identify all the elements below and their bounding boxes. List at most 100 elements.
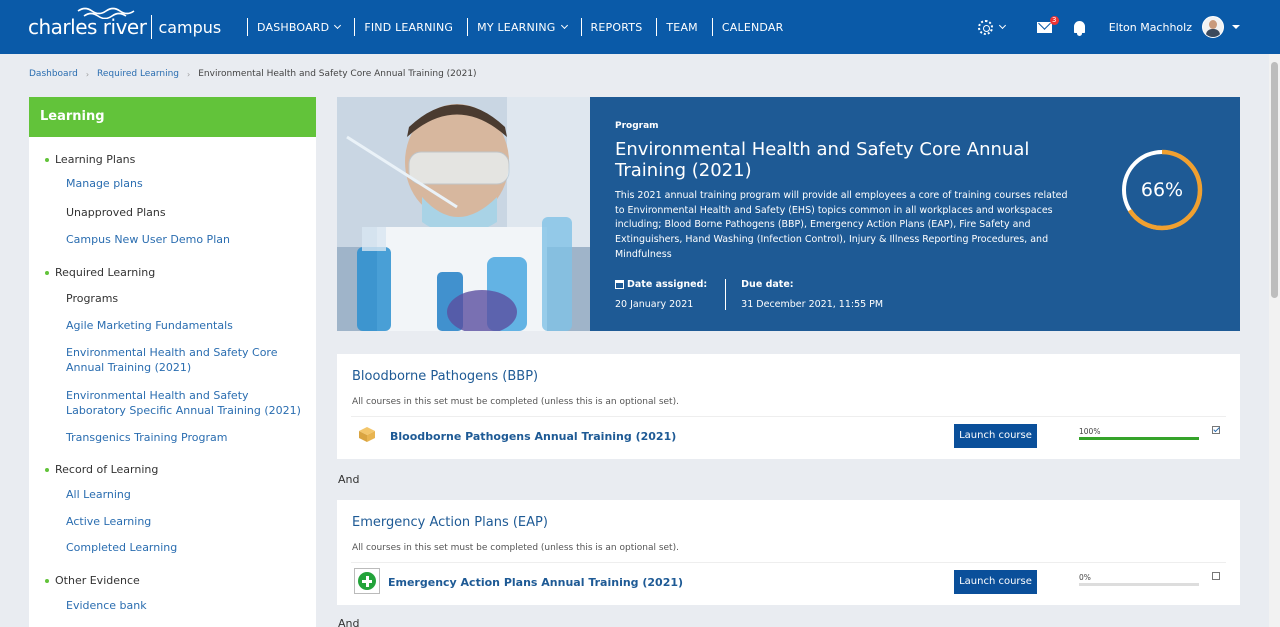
program-description: This 2021 annual training program will p… [615,190,1068,260]
avatar[interactable] [1202,16,1224,38]
sidebar-item-completed-learning[interactable]: Completed Learning [66,540,301,555]
program-type-label: Program [615,121,659,131]
messages-button[interactable]: 3 [1036,15,1059,33]
sidebar-section-label: Other Evidence [55,574,140,587]
logo-product: campus [158,17,222,37]
course-set-title: Bloodborne Pathogens (BBP) [352,369,539,384]
nav-find-learning[interactable]: FIND LEARNING [354,18,463,36]
program-info: Program Environmental Health and Safety … [615,121,1085,263]
bullet-icon [45,270,49,275]
breadcrumb-dashboard[interactable]: Dashboard [29,69,78,79]
sidebar-item-transgenics[interactable]: Transgenics Training Program [66,430,301,445]
course-row: Bloodborne Pathogens Annual Training (20… [351,416,1226,458]
course-set-card-eap: Emergency Action Plans (EAP) All courses… [337,500,1240,605]
due-date-value: 31 December 2021, 11:55 PM [741,299,884,310]
sidebar-section-other-evidence: Other Evidence [45,574,140,587]
course-progress: 100% [1079,427,1199,440]
set-connector: And [338,473,360,486]
sidebar-item-all-learning[interactable]: All Learning [66,487,301,502]
learning-sidebar: Learning Learning Plans Manage plans Una… [29,97,316,627]
nav-my-learning[interactable]: MY LEARNING [467,18,576,36]
package-icon [359,427,375,442]
chevron-down-icon [998,21,1006,30]
sidebar-item-agile-marketing[interactable]: Agile Marketing Fundamentals [66,318,301,333]
chevron-down-icon [560,21,568,30]
sidebar-section-learning-plans: Learning Plans [45,153,135,166]
plus-bar [366,576,369,587]
set-connector: And [338,617,360,627]
nav-find-learning-label: FIND LEARNING [364,20,454,34]
settings-menu[interactable] [977,19,1006,35]
course-progress-fill [1079,437,1199,440]
date-assigned-label: Date assigned: [615,279,707,290]
course-link-eap[interactable]: Emergency Action Plans Annual Training (… [388,576,683,589]
course-set-subtitle: All courses in this set must be complete… [352,397,679,407]
nav-team[interactable]: TEAM [656,18,708,36]
sidebar-item-evidence-bank[interactable]: Evidence bank [66,598,301,613]
course-progress-label: 0% [1079,573,1091,582]
nav-dashboard-label: DASHBOARD [257,20,330,34]
nav-calendar-label: CALENDAR [721,20,784,34]
logo[interactable]: charles river campus [28,7,222,45]
top-navbar: charles river campus DASHBOARD FIND LEAR… [0,0,1280,54]
caret-down-icon[interactable] [1232,25,1240,29]
completion-checkbox[interactable] [1212,572,1220,580]
nav-reports[interactable]: REPORTS [580,18,653,36]
program-progress-text: 66% [1140,179,1184,201]
breadcrumb: Dashboard › Required Learning › Environm… [29,69,477,79]
chevron-down-icon [334,21,342,30]
sidebar-item-ehs-lab[interactable]: Environmental Health and Safety Laborato… [66,388,301,418]
bullet-icon [45,467,49,472]
sidebar-section-label: Record of Learning [55,463,159,476]
sidebar-section-required-learning: Required Learning [45,266,155,279]
lab-scientist-image [337,97,590,331]
date-assigned: Date assigned: 20 January 2021 [615,279,707,310]
course-link-bbp[interactable]: Bloodborne Pathogens Annual Training (20… [390,430,676,443]
course-set-subtitle: All courses in this set must be complete… [352,543,679,553]
sidebar-item-unapproved-plans[interactable]: Unapproved Plans [66,205,301,220]
course-progress: 0% [1079,573,1199,586]
bullet-icon [45,157,49,162]
completion-checkbox[interactable] [1212,426,1220,434]
breadcrumb-required-learning[interactable]: Required Learning [97,69,179,79]
course-set-card-bbp: Bloodborne Pathogens (BBP) All courses i… [337,354,1240,459]
scrollbar-thumb[interactable] [1271,62,1278,298]
notifications-bell-icon[interactable] [1073,21,1085,36]
nav-dashboard[interactable]: DASHBOARD [247,18,350,36]
sidebar-item-active-learning[interactable]: Active Learning [66,514,301,529]
program-dates: Date assigned: 20 January 2021 Due date:… [615,279,883,310]
sidebar-title: Learning [29,97,316,137]
sidebar-item-manage-plans[interactable]: Manage plans [66,176,301,191]
course-progress-bar [1079,437,1199,440]
calendar-icon [615,280,624,289]
course-progress-label: 100% [1079,427,1101,436]
course-progress-bar [1079,583,1199,586]
sidebar-section-label: Required Learning [55,266,156,279]
program-header-card: Program Environmental Health and Safety … [337,97,1240,331]
nav-my-learning-label: MY LEARNING [477,20,556,34]
date-assigned-label-text: Date assigned: [627,279,708,290]
main-nav: DASHBOARD FIND LEARNING MY LEARNING REPO… [247,0,797,54]
launch-course-button[interactable]: Launch course [954,570,1037,594]
first-aid-icon [354,568,380,594]
bullet-icon [45,578,49,583]
due-date: Due date: 31 December 2021, 11:55 PM [725,279,883,310]
program-image [337,97,590,331]
chevron-right-icon: › [85,69,90,79]
due-date-label: Due date: [741,279,794,290]
sidebar-section-record-of-learning: Record of Learning [45,463,158,476]
date-assigned-value: 20 January 2021 [615,299,694,310]
sidebar-item-demo-plan[interactable]: Campus New User Demo Plan [66,232,301,247]
nav-team-label: TEAM [666,20,698,34]
nav-calendar[interactable]: CALENDAR [711,18,794,36]
launch-course-button[interactable]: Launch course [954,424,1037,448]
messages-count-badge: 3 [1049,15,1059,25]
nav-reports-label: REPORTS [590,20,643,34]
user-name[interactable]: Elton Machholz [1109,21,1192,34]
wave-logo-icon [77,7,135,19]
sidebar-item-ehs-core[interactable]: Environmental Health and Safety Core Ann… [66,345,301,375]
sidebar-section-label: Learning Plans [55,153,136,166]
sidebar-item-programs[interactable]: Programs [66,291,301,306]
page-scrollbar[interactable] [1269,54,1280,627]
header-actions: 3 Elton Machholz [977,0,1240,54]
